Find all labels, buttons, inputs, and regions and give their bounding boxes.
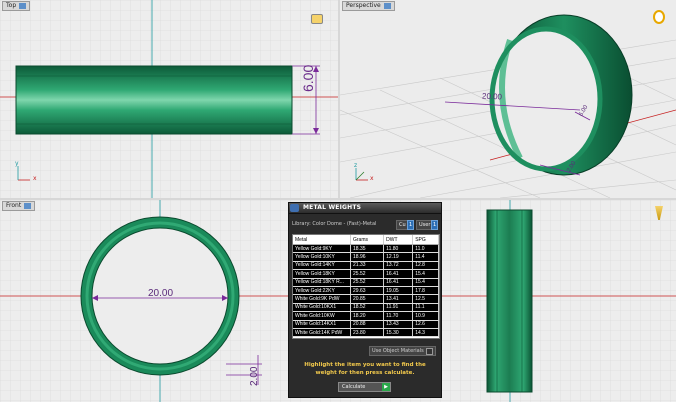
- cell-dwt: 16.41: [383, 269, 414, 279]
- viewport-label-text: Perspective: [346, 2, 381, 9]
- axis-z-label: z: [354, 162, 358, 169]
- cell-metal: White Gold:9K PdW: [293, 294, 351, 304]
- viewport-label-perspective[interactable]: Perspective: [342, 1, 395, 11]
- panel-title-bar[interactable]: METAL WEIGHTS: [289, 203, 441, 214]
- cell-metal: Yellow Gold:18KY: [293, 269, 351, 279]
- column-header-metal[interactable]: Metal: [293, 235, 351, 245]
- use-object-materials-checkbox[interactable]: Use Object Materials: [369, 346, 436, 356]
- cell-spg: 12.5: [412, 294, 439, 304]
- axis-x-label: x: [370, 175, 374, 182]
- calculate-button[interactable]: Calculate ▶: [338, 382, 391, 392]
- cell-spg: 14.3: [412, 328, 439, 338]
- checkbox-icon[interactable]: [426, 348, 433, 355]
- column-header-spg[interactable]: SPG: [412, 235, 439, 245]
- perspective-viewport-canvas: [340, 0, 676, 198]
- metal-table[interactable]: Metal Grams DWT SPG Yellow Gold:9KY 18.35…: [292, 234, 440, 339]
- cell-dwt: 11.91: [383, 303, 414, 313]
- metal-weights-panel[interactable]: METAL WEIGHTS Library: Color Dome - (Fas…: [288, 202, 442, 398]
- table-row[interactable]: Yellow Gold:9KY 18.35 11.80 11.0: [293, 244, 439, 254]
- viewport-label-front[interactable]: Front: [2, 201, 36, 211]
- cell-grams: 20.85: [350, 294, 385, 304]
- dimension-front-small: 2.00: [249, 366, 260, 386]
- dropdown-icon[interactable]: [24, 202, 32, 209]
- ring-icon[interactable]: [653, 10, 665, 24]
- ring-side-view: [486, 209, 533, 393]
- table-row[interactable]: Yellow Gold:18KY 25.52 16.41 15.4: [293, 269, 439, 279]
- table-row[interactable]: Yellow Gold:10KY 18.96 12.19 11.4: [293, 252, 439, 262]
- cell-spg: 11.4: [412, 252, 439, 262]
- cell-metal: Yellow Gold:9KY: [293, 244, 351, 254]
- table-row[interactable]: Yellow Gold:14KY 21.33 13.72 12.8: [293, 261, 439, 271]
- table-row[interactable]: White Gold:9K PdW 20.85 13.41 12.5: [293, 294, 439, 304]
- cell-spg: 11.1: [412, 303, 439, 313]
- cell-grams: 25.52: [350, 278, 385, 287]
- toggle-user-indicator[interactable]: 1: [431, 220, 439, 230]
- cell-dwt: 15.30: [383, 328, 414, 338]
- dimension-front-main: 20.00: [148, 288, 174, 299]
- table-row[interactable]: Yellow Gold:22KY 29.63 19.05 17.8: [293, 286, 439, 296]
- toggle-cu-indicator[interactable]: 1: [407, 220, 415, 230]
- dimension-top: 6.00: [300, 64, 316, 92]
- cell-metal: White Gold:10KX1: [293, 303, 351, 313]
- cell-dwt: 19.05: [383, 286, 414, 296]
- cell-grams: 23.80: [350, 328, 385, 338]
- table-row[interactable]: White Gold:14K PdW 23.80 15.30 14.3: [293, 328, 439, 338]
- cell-grams: 25.52: [350, 269, 385, 279]
- cell-metal: Yellow Gold:10KY: [293, 252, 351, 262]
- library-label: Library: Color Dome - (Fast)-Metal: [292, 221, 377, 227]
- table-row[interactable]: White Gold:10KX1 18.52 11.91 11.1: [293, 303, 439, 313]
- dimension-perspective-main: 20.00: [481, 91, 503, 102]
- viewport-top[interactable]: Top 6.00 x y: [0, 0, 338, 198]
- cell-grams: 29.63: [350, 286, 385, 296]
- cell-metal: White Gold:14KX1: [293, 320, 351, 329]
- cell-grams: 18.52: [350, 303, 385, 313]
- use-object-materials-label: Use Object Materials: [372, 348, 424, 354]
- column-header-grams[interactable]: Grams: [350, 235, 385, 245]
- viewport-perspective[interactable]: Perspective 20.00 6.00 2.00 x z: [340, 0, 676, 198]
- cell-grams: 21.33: [350, 261, 385, 271]
- table-row[interactable]: Yellow Gold:18KY R... 25.52 16.41 15.4: [293, 278, 439, 287]
- play-icon[interactable]: ▶: [382, 383, 390, 391]
- cell-spg: 15.4: [412, 269, 439, 279]
- dropdown-icon[interactable]: [19, 2, 27, 9]
- cell-grams: 18.96: [350, 252, 385, 262]
- cell-dwt: 12.19: [383, 252, 414, 262]
- viewport-label-top[interactable]: Top: [2, 1, 31, 11]
- panel-title: METAL WEIGHTS: [303, 204, 362, 211]
- table-row[interactable]: White Gold:10KW 18.20 11.70 10.9: [293, 311, 439, 321]
- axis-y-label: y: [15, 160, 19, 167]
- cell-dwt: 13.41: [383, 294, 414, 304]
- cell-spg: 10.9: [412, 311, 439, 321]
- instruction-text: Highlight the item you want to find the …: [304, 362, 426, 376]
- cell-metal: White Gold:10KW: [293, 311, 351, 321]
- cell-dwt: 13.72: [383, 261, 414, 271]
- cell-metal: White Gold:14K PdW: [293, 328, 351, 338]
- cell-spg: 12.6: [412, 320, 439, 329]
- viewport-label-text: Top: [6, 2, 17, 9]
- globe-icon: [290, 204, 299, 212]
- cell-dwt: 11.80: [383, 244, 414, 254]
- cell-spg: 17.8: [412, 286, 439, 296]
- cell-spg: 11.0: [412, 244, 439, 254]
- cell-metal: Yellow Gold:22KY: [293, 286, 351, 296]
- cell-metal: Yellow Gold:18KY R...: [293, 278, 351, 287]
- cell-dwt: 16.41: [383, 278, 414, 287]
- top-viewport-canvas: [0, 0, 338, 198]
- column-header-dwt[interactable]: DWT: [383, 235, 414, 245]
- cell-spg: 12.8: [412, 261, 439, 271]
- viewport-label-text: Front: [6, 202, 22, 209]
- table-row[interactable]: White Gold:14KX1 20.88 13.43 12.6: [293, 320, 439, 329]
- library-bar: Library: Color Dome - (Fast)-Metal Cu 1 …: [292, 220, 439, 230]
- cell-grams: 18.35: [350, 244, 385, 254]
- cell-dwt: 11.70: [383, 311, 414, 321]
- cell-grams: 18.20: [350, 311, 385, 321]
- axis-x-label: x: [33, 175, 37, 182]
- cell-dwt: 13.43: [383, 320, 414, 329]
- calculate-label: Calculate: [342, 384, 366, 390]
- cell-metal: Yellow Gold:14KY: [293, 261, 351, 271]
- cell-grams: 20.88: [350, 320, 385, 329]
- cell-spg: 15.4: [412, 278, 439, 287]
- gem-icon[interactable]: [311, 14, 323, 24]
- dropdown-icon[interactable]: [383, 2, 391, 9]
